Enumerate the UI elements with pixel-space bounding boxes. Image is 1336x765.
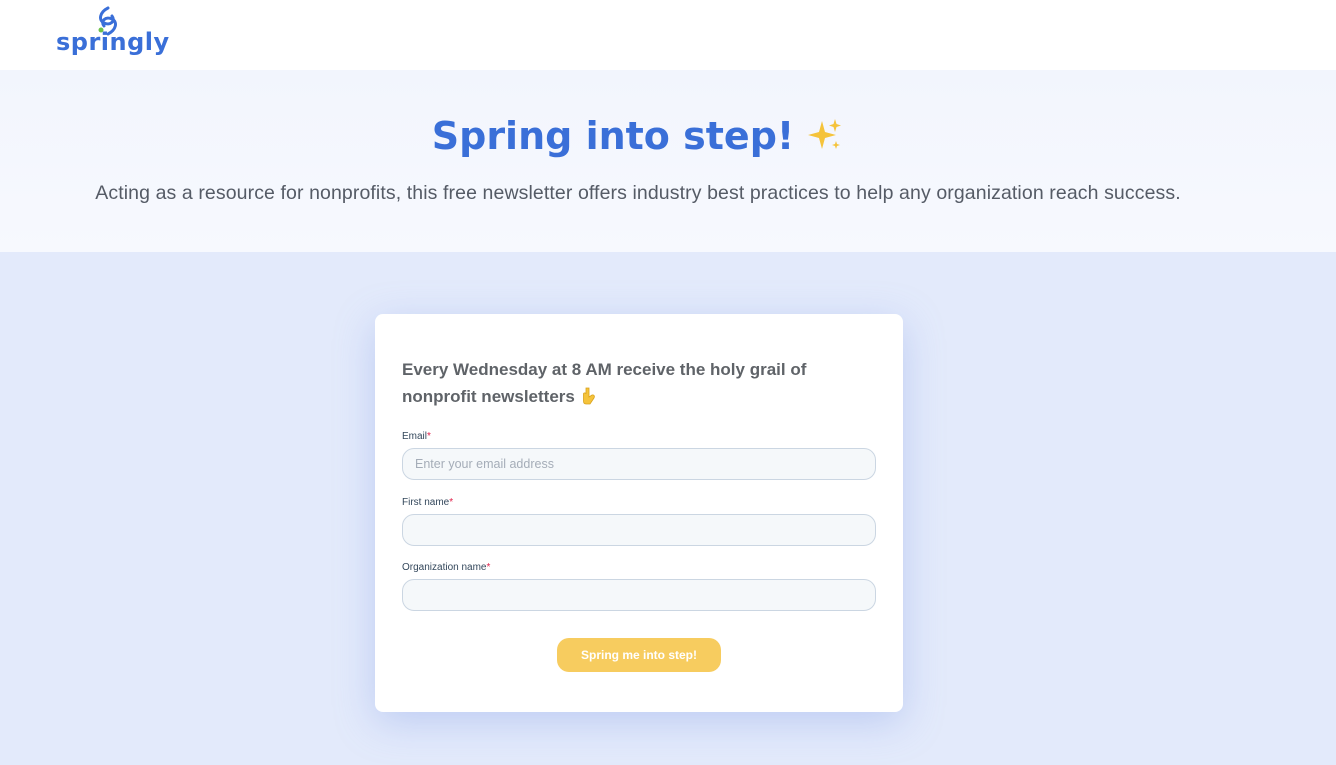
submit-button[interactable]: Spring me into step! [557,638,721,672]
hero-section: Spring into step! Acting as a resource f… [0,70,1336,252]
sparkles-icon [808,119,842,149]
pointing-down-icon [582,387,595,405]
email-label-text: Email [402,431,428,442]
first-name-required-mark: * [449,497,454,508]
email-required-mark: * [427,431,431,442]
organization-name-label: Organization name* [402,562,490,573]
page-title: Spring into step! [0,114,1276,158]
email-label: Email* [402,431,431,442]
site-header: springly [0,0,1336,70]
newsletter-signup-card: Every Wednesday at 8 AM receive the holy… [375,314,903,712]
springly-logo[interactable]: springly [56,6,169,62]
form-heading-text: Every Wednesday at 8 AM receive the holy… [402,360,807,406]
organization-name-required-mark: * [486,562,491,573]
page-title-text: Spring into step! [431,114,795,158]
first-name-input[interactable] [402,514,876,546]
logo-text: springly [56,28,170,56]
first-name-label: First name* [402,497,453,508]
organization-name-label-text: Organization name [402,562,487,573]
form-heading: Every Wednesday at 8 AM receive the holy… [402,356,882,410]
organization-name-input[interactable] [402,579,876,611]
main-section: Every Wednesday at 8 AM receive the holy… [0,252,1336,765]
first-name-label-text: First name [402,497,450,508]
email-input[interactable] [402,448,876,480]
hero-subtitle: Acting as a resource for nonprofits, thi… [95,182,1181,204]
